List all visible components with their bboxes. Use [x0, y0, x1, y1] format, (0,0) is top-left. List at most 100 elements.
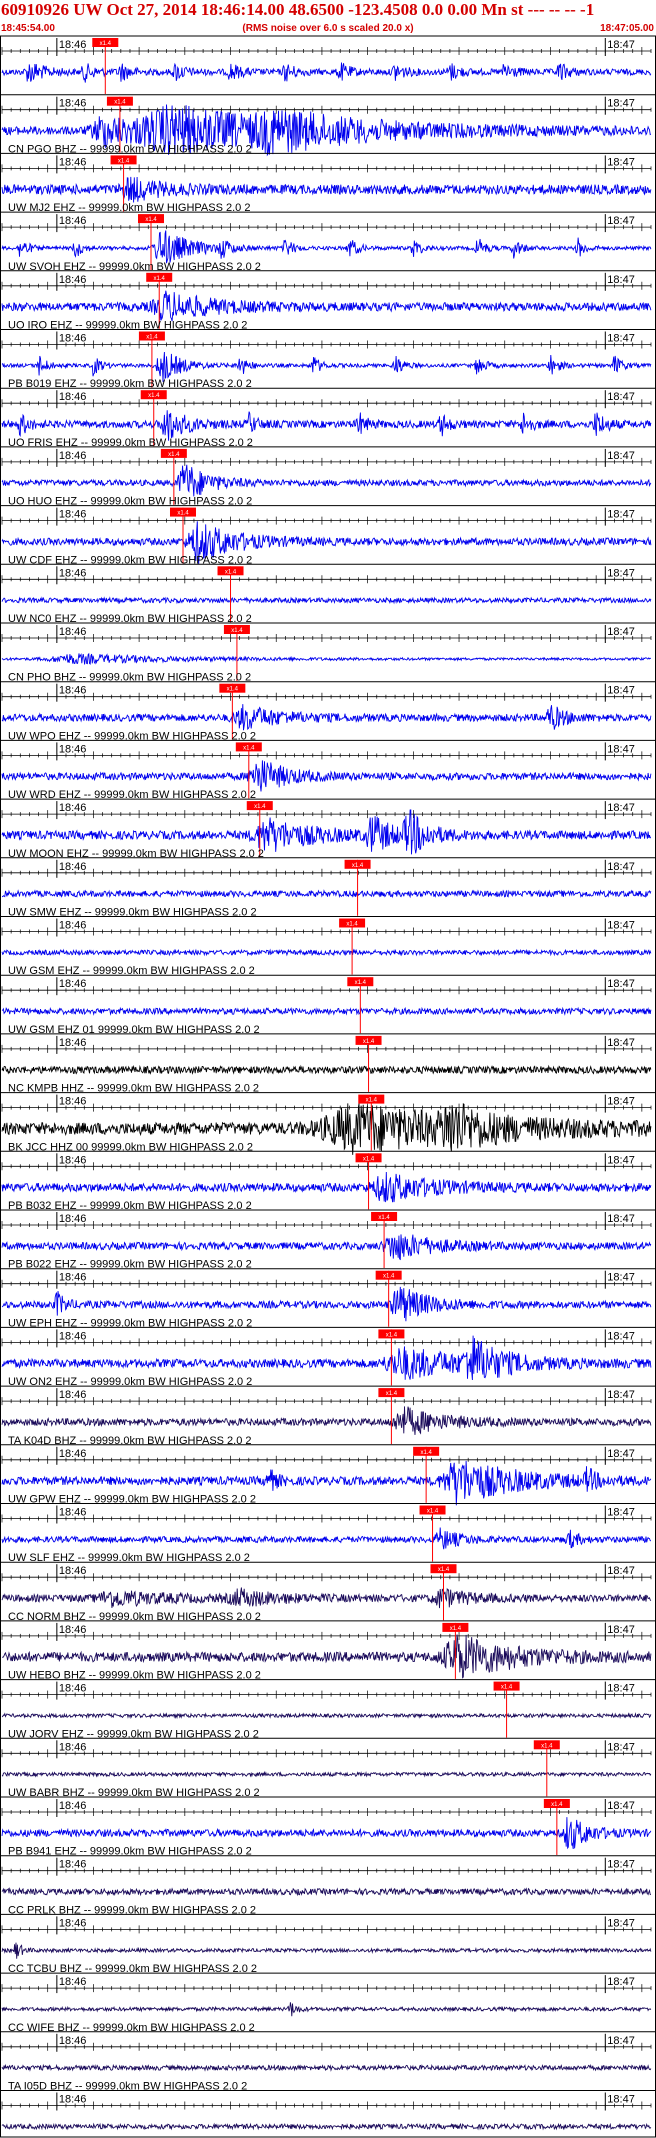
minute-mark-label: 18:47: [607, 2094, 635, 2106]
minute-mark-label: 18:47: [607, 685, 635, 697]
minute-mark-label: 18:47: [607, 626, 635, 638]
minute-mark-label: 18:46: [59, 685, 87, 697]
trace-row: 18:46 18:47x1.4UW WRD EHZ -- 99999.0km BW…: [0, 739, 656, 801]
waveform: [1, 760, 652, 792]
minute-mark-label: 18:47: [607, 1389, 635, 1401]
minute-mark-label: 18:47: [607, 1330, 635, 1342]
pick-label: x1.4: [450, 1626, 462, 1632]
waveform: [1, 1406, 652, 1435]
minute-mark-label: 18:46: [59, 1448, 87, 1460]
event-title: 60910926 UW Oct 27, 2014 18:46:14.00 48.…: [1, 0, 594, 19]
pick-label: x1.4: [383, 1274, 395, 1280]
trace-row: 18:46 18:47TA I05D BHZ -- 99999.0km BW HI…: [0, 2031, 656, 2093]
pick-label: x1.4: [352, 863, 364, 869]
trace-row: 18:46 18:47x1.4PB B019 EHZ -- 99999.0km B…: [0, 329, 656, 390]
waveform: [1, 1942, 652, 1959]
minute-mark-label: 18:46: [59, 333, 87, 345]
minute-mark-label: 18:46: [59, 1272, 87, 1284]
trace-row: 18:46 18:47x1.4UW GSM EHZ -- 99999.0km BW…: [0, 916, 656, 977]
pick-label: x1.4: [551, 1802, 563, 1808]
pick-label: x1.4: [355, 980, 367, 986]
minute-mark-label: 18:47: [607, 274, 635, 286]
pick-label: x1.4: [346, 922, 358, 928]
minute-mark-label: 18:46: [59, 1507, 87, 1519]
trace-row: 18:46 18:47x1.4UW WPO EHZ -- 99999.0km BW…: [0, 681, 656, 742]
pick-label: x1.4: [177, 511, 189, 517]
minute-mark-label: 18:47: [607, 391, 635, 403]
minute-mark-label: 18:46: [59, 1213, 87, 1225]
waveform: [1, 1286, 652, 1322]
pick-label: x1.4: [100, 41, 112, 47]
minute-mark-label: 18:46: [59, 1741, 87, 1753]
trace-row: 18:46 18:47x1.4UW SMW EHZ -- 99999.0km BW…: [0, 857, 656, 919]
trace-row: 18:46 18:47x1.4UW SVOH EHZ -- 99999.0km B…: [0, 211, 656, 273]
minute-mark-label: 18:46: [59, 1683, 87, 1695]
waveform: [1, 1887, 652, 1897]
trace-row: 18:46 18:47x1.4UO FRIS EHZ -- 99999.0km B…: [0, 387, 656, 449]
minute-mark-label: 18:47: [607, 450, 635, 462]
trace-row: 18:46 18:47 x1.4: [0, 35, 656, 94]
minute-mark-label: 18:46: [59, 1859, 87, 1871]
waveform: [1, 176, 652, 203]
trace-row: 18:46 18:47x1.4PB B022 EHZ -- 99999.0km B…: [0, 1209, 656, 1271]
minute-mark-label: 18:46: [59, 215, 87, 227]
minute-mark-label: 18:47: [607, 509, 635, 521]
trace-row: 18:46 18:47CC PRLK BHZ -- 99999.0km BW HI…: [0, 1855, 656, 1916]
pick-label: x1.4: [420, 1450, 432, 1456]
minute-mark-label: 18:46: [59, 1976, 87, 1988]
trace-row: 18:46 18:47x1.4CN PGO BHZ -- 99999.0km BW…: [0, 94, 656, 157]
trace-row: 18:46 18:47x1.4TA K04D BHZ -- 99999.0km B…: [0, 1385, 656, 1447]
start-time-label: 18:45:54.00: [1, 23, 55, 34]
waveform: [1, 1006, 652, 1016]
pick-label: x1.4: [438, 1567, 450, 1573]
trace-row: 18:46 18:47x1.4UW MJ2 EHZ -- 99999.0km BW…: [0, 152, 656, 214]
minute-mark-label: 18:46: [59, 509, 87, 521]
waveform: [1, 230, 652, 264]
waveform: [1, 2122, 652, 2131]
pick-label: x1.4: [363, 1156, 375, 1162]
trace-row: 18:46 18:47x1.4CN PHO BHZ -- 99999.0km BW…: [0, 622, 656, 684]
trace-row: 18:46 18:47x1.4PB B032 EHZ -- 99999.0km B…: [0, 1150, 656, 1212]
minute-mark-label: 18:47: [607, 1213, 635, 1225]
waveform: [1, 1171, 652, 1203]
pick-label: x1.4: [427, 1509, 439, 1515]
trace-row: 18:46 18:47x1.4UW NC0 EHZ -- 99999.0km BW…: [0, 563, 656, 625]
minute-mark-label: 18:47: [607, 978, 635, 990]
pick-label: x1.4: [145, 217, 157, 223]
waveform: [1, 1527, 652, 1550]
minute-mark-label: 18:46: [59, 98, 87, 110]
pick-label: x1.4: [386, 1332, 398, 1338]
waveform: [1, 652, 652, 665]
waveform: [1, 1770, 652, 1778]
minute-mark-label: 18:47: [607, 98, 635, 110]
minute-mark-label: 18:46: [59, 567, 87, 579]
minute-mark-label: 18:46: [59, 861, 87, 873]
minute-mark-label: 18:46: [59, 2094, 87, 2106]
pick-label: x1.4: [254, 804, 266, 810]
minute-mark-label: 18:47: [607, 1859, 635, 1871]
minute-mark-label: 18:46: [59, 1624, 87, 1636]
pick-label: x1.4: [243, 745, 255, 751]
minute-mark-label: 18:47: [607, 567, 635, 579]
minute-mark-label: 18:47: [607, 920, 635, 932]
minute-mark-label: 18:47: [607, 1096, 635, 1108]
waveform: [1, 889, 652, 899]
minute-mark-label: 18:47: [607, 39, 635, 51]
minute-mark-label: 18:46: [59, 1096, 87, 1108]
trace-row: 18:46 18:47CC TCBU BHZ -- 99999.0km BW HI…: [0, 1913, 656, 1975]
trace-row: 18:46 18:47x1.4UW GPW EHZ -- 99999.0km BW…: [0, 1444, 656, 1506]
minute-mark-label: 18:46: [59, 626, 87, 638]
minute-mark-label: 18:46: [59, 39, 87, 51]
waveform: [1, 1587, 652, 1609]
minute-mark-label: 18:46: [59, 1800, 87, 1812]
minute-mark-label: 18:47: [607, 333, 635, 345]
minute-mark-label: 18:47: [607, 215, 635, 227]
pick-label: x1.4: [118, 158, 130, 164]
trace-row: 18:46 18:47x1.4UW BABR BHZ -- 99999.0km B…: [0, 1737, 656, 1799]
minute-mark-label: 18:46: [59, 1037, 87, 1049]
waveform: [1, 2002, 652, 2017]
pick-label: x1.4: [168, 452, 180, 458]
minute-mark-label: 18:47: [607, 1272, 635, 1284]
pick-label: x1.4: [148, 393, 160, 399]
pick-label: x1.4: [378, 1215, 390, 1221]
